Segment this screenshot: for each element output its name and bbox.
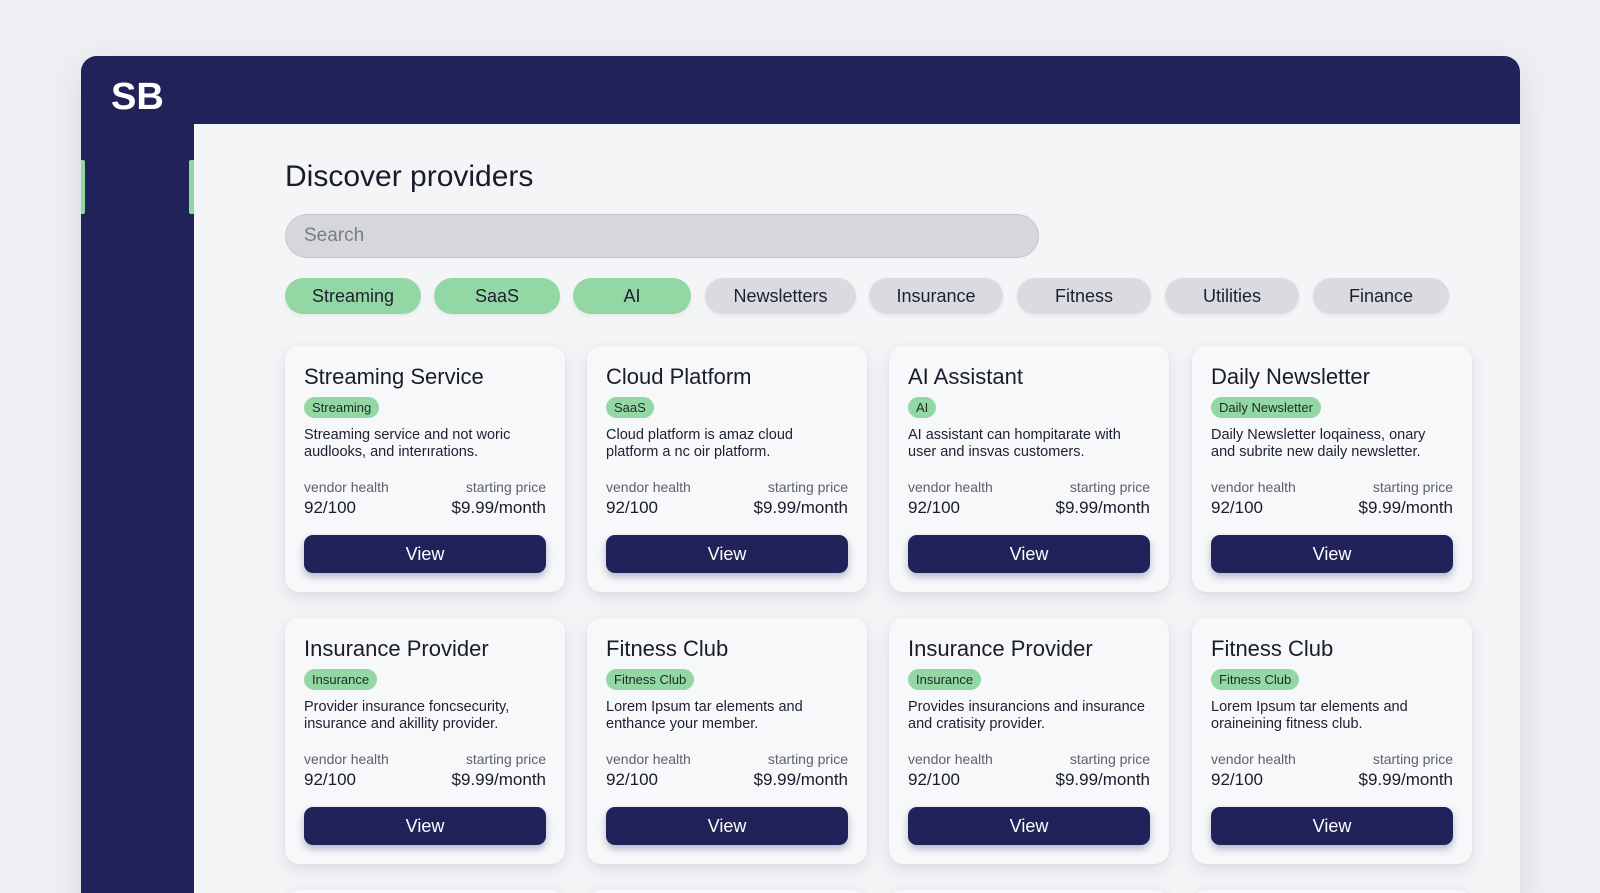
provider-card: Insurance Provider Insurance Provider in… xyxy=(285,618,565,864)
vendor-health-value: 92/100 xyxy=(606,498,658,517)
filter-chip-insurance[interactable]: Insurance xyxy=(869,278,1003,314)
starting-price-value: $9.99/month xyxy=(753,770,848,789)
starting-price-value: $9.99/month xyxy=(753,498,848,517)
view-button[interactable]: View xyxy=(606,535,848,573)
main-content: Discover providers Streaming SaaS AI New… xyxy=(194,124,1520,893)
starting-price-label: starting price xyxy=(1372,751,1453,767)
search-input[interactable] xyxy=(285,214,1039,258)
filter-chip-utilities[interactable]: Utilities xyxy=(1165,278,1299,314)
vendor-health-value: 92/100 xyxy=(606,770,658,789)
sidebar: SB xyxy=(81,56,194,893)
card-title: Insurance Provider xyxy=(304,636,489,661)
card-description: Lorem Ipsum tar elements and enthance yo… xyxy=(606,699,803,732)
vendor-health-value: 92/100 xyxy=(908,498,960,517)
card-title: Streaming Service xyxy=(304,364,484,389)
filter-chip-finance[interactable]: Finance xyxy=(1313,278,1449,314)
vendor-health-label: vendor health xyxy=(304,479,389,495)
starting-price-label: starting price xyxy=(465,479,546,495)
category-tag: Streaming xyxy=(304,397,380,418)
provider-card: Fitness Club Fitness Club Lorem Ipsum ta… xyxy=(1192,618,1472,864)
filter-chip-streaming[interactable]: Streaming xyxy=(285,278,421,314)
filter-chip-saas[interactable]: SaaS xyxy=(434,278,560,314)
vendor-health-label: vendor health xyxy=(606,751,691,767)
card-title: Insurance Provider xyxy=(908,636,1093,661)
card-title: Daily Newsletter xyxy=(1211,364,1370,389)
card-description: Cloud platform is amaz cloud platform a … xyxy=(606,427,793,460)
vendor-health-label: vendor health xyxy=(1211,751,1296,767)
provider-card: Fitness Club Fitness Club Lorem Ipsum ta… xyxy=(587,618,867,864)
card-description: Daily Newsletter loqainess, onary and su… xyxy=(1211,427,1426,460)
provider-card: AI Assistant AI AI assistant can hompita… xyxy=(889,346,1169,592)
vendor-health-value: 92/100 xyxy=(1211,498,1263,517)
view-button[interactable]: View xyxy=(1211,535,1453,573)
vendor-health-label: vendor health xyxy=(1211,479,1296,495)
starting-price-value: $9.99/month xyxy=(1358,770,1453,789)
card-title: Cloud Platform xyxy=(606,364,752,389)
starting-price-label: starting price xyxy=(1372,479,1453,495)
vendor-health-label: vendor health xyxy=(908,751,993,767)
view-button[interactable]: View xyxy=(1211,807,1453,845)
card-description: Provider insurance foncsecurity, insuran… xyxy=(304,699,510,732)
starting-price-value: $9.99/month xyxy=(451,498,546,517)
view-button[interactable]: View xyxy=(606,807,848,845)
sidebar-active-indicator xyxy=(81,160,85,214)
provider-card: Insurance Provider Insurance Provides in… xyxy=(889,618,1169,864)
starting-price-label: starting price xyxy=(767,751,848,767)
card-description: Lorem Ipsum tar elements and oraineining… xyxy=(1211,699,1408,732)
category-tag: SaaS xyxy=(606,397,654,418)
starting-price-label: starting price xyxy=(1069,479,1150,495)
starting-price-label: starting price xyxy=(1069,751,1150,767)
vendor-health-value: 92/100 xyxy=(908,770,960,789)
page-title: Discover providers xyxy=(285,160,534,193)
provider-card: Daily Newsletter Daily Newsletter Daily … xyxy=(1192,346,1472,592)
vendor-health-label: vendor health xyxy=(908,479,993,495)
filter-chip-fitness[interactable]: Fitness xyxy=(1017,278,1151,314)
card-title: Fitness Club xyxy=(1211,636,1334,661)
category-tag: Daily Newsletter xyxy=(1211,397,1321,418)
starting-price-label: starting price xyxy=(767,479,848,495)
view-button[interactable]: View xyxy=(304,807,546,845)
starting-price-value: $9.99/month xyxy=(1358,498,1453,517)
app-logo[interactable]: SB xyxy=(111,76,164,119)
card-title: AI Assistant xyxy=(908,364,1023,389)
card-description: Streaming service and not woric audlooks… xyxy=(304,427,511,460)
filter-chip-ai[interactable]: AI xyxy=(573,278,691,314)
vendor-health-value: 92/100 xyxy=(304,770,356,789)
view-button[interactable]: View xyxy=(908,535,1150,573)
starting-price-value: $9.99/month xyxy=(1055,770,1150,789)
filter-chip-newsletters[interactable]: Newsletters xyxy=(705,278,856,314)
card-title: Fitness Club xyxy=(606,636,729,661)
category-tag: Fitness Club xyxy=(1211,669,1300,690)
card-description: AI assistant can hompitarate with user a… xyxy=(908,427,1121,460)
category-tag: AI xyxy=(908,397,937,418)
provider-card: Cloud Platform SaaS Cloud platform is am… xyxy=(587,346,867,592)
view-button[interactable]: View xyxy=(304,535,546,573)
view-button[interactable]: View xyxy=(908,807,1150,845)
provider-card: Streaming Service Streaming Streaming se… xyxy=(285,346,565,592)
vendor-health-value: 92/100 xyxy=(1211,770,1263,789)
vendor-health-value: 92/100 xyxy=(304,498,356,517)
card-description: Provides insurancions and insurance and … xyxy=(908,699,1145,732)
category-tag: Fitness Club xyxy=(606,669,695,690)
vendor-health-label: vendor health xyxy=(304,751,389,767)
top-bar xyxy=(81,56,1520,124)
app-window: SB Discover providers Streaming SaaS AI … xyxy=(81,56,1520,893)
starting-price-value: $9.99/month xyxy=(1055,498,1150,517)
starting-price-value: $9.99/month xyxy=(451,770,546,789)
category-tag: Insurance xyxy=(908,669,982,690)
vendor-health-label: vendor health xyxy=(606,479,691,495)
category-tag: Insurance xyxy=(304,669,378,690)
starting-price-label: starting price xyxy=(465,751,546,767)
